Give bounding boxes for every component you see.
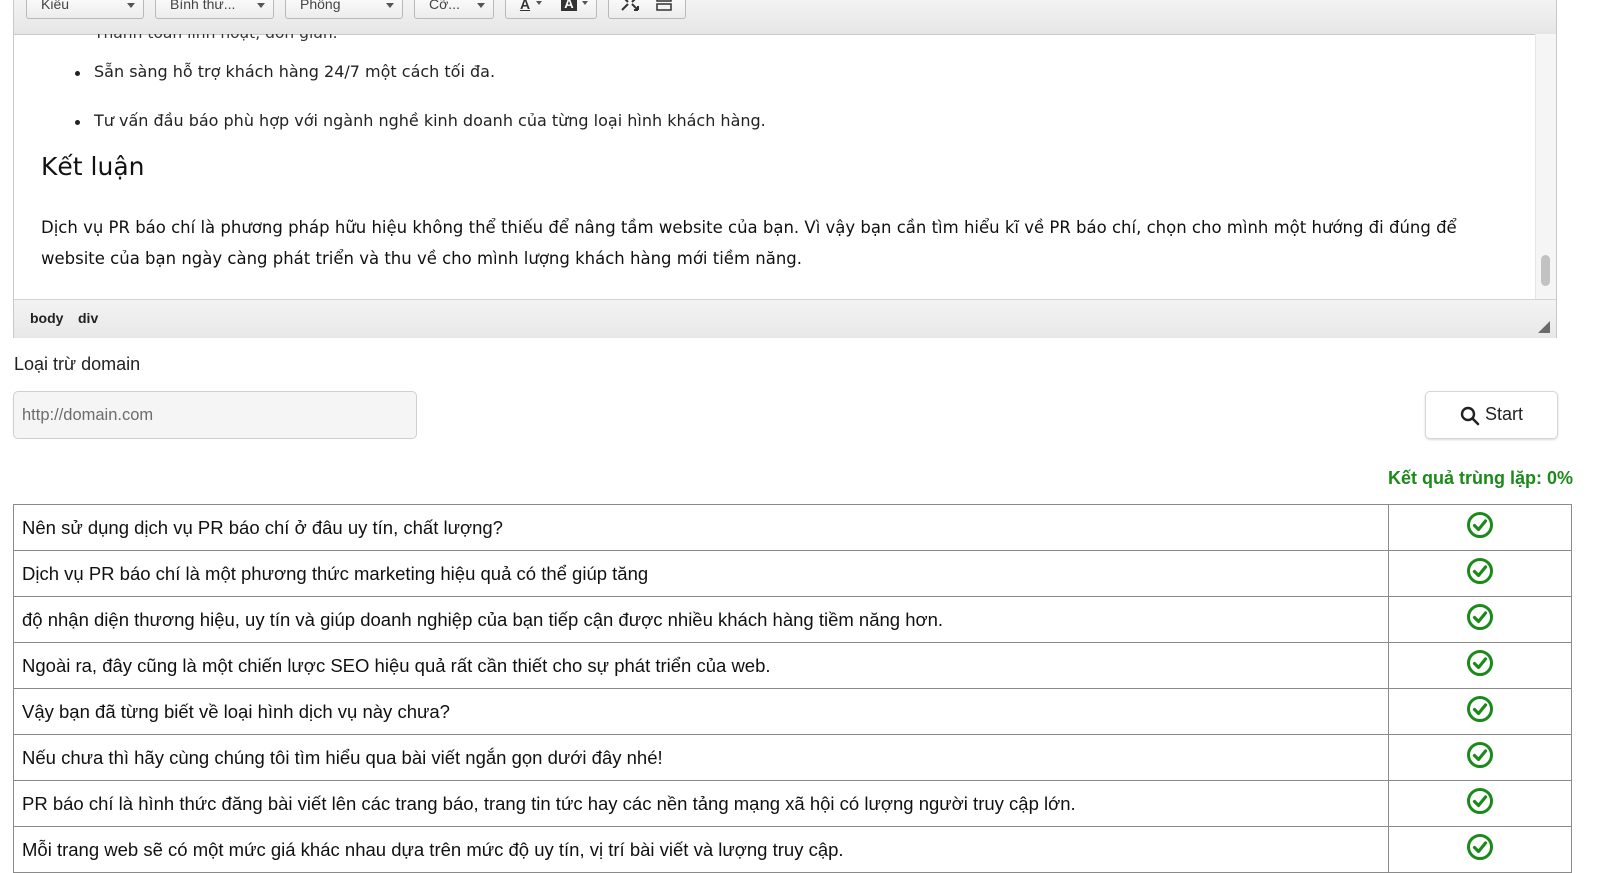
check-circle-icon — [1466, 833, 1494, 866]
chevron-down-icon — [257, 3, 265, 8]
status-cell — [1388, 826, 1572, 873]
maximize-icon[interactable] — [619, 0, 641, 14]
font-combo[interactable]: Phông — [285, 0, 403, 19]
chevron-down-icon — [477, 3, 485, 8]
table-row: độ nhận diện thương hiệu, uy tín và giúp… — [13, 596, 1572, 643]
table-row: Nên sử dụng dịch vụ PR báo chí ở đâu uy … — [13, 504, 1572, 551]
sentence-cell: Ngoài ra, đây cũng là một chiến lược SEO… — [13, 642, 1389, 689]
scrollbar-thumb[interactable] — [1541, 255, 1550, 286]
table-row: Nếu chưa thì hãy cùng chúng tôi tìm hiểu… — [13, 734, 1572, 781]
search-icon — [1460, 406, 1480, 431]
tools-button-group — [608, 0, 686, 19]
format-combo-label: Bình thư... — [170, 0, 236, 12]
check-circle-icon — [1466, 787, 1494, 820]
chevron-down-icon — [127, 3, 135, 8]
check-circle-icon — [1466, 695, 1494, 728]
check-circle-icon — [1466, 741, 1494, 774]
start-button[interactable]: Start — [1425, 391, 1558, 439]
editor-toolbar: Kiểu Bình thư... Phông Cỡ... A A — [14, 0, 1556, 35]
table-row: PR báo chí là hình thức đăng bài viết lê… — [13, 780, 1572, 827]
size-combo-label: Cỡ... — [429, 0, 460, 12]
check-circle-icon — [1466, 511, 1494, 544]
table-row: Ngoài ra, đây cũng là một chiến lược SEO… — [13, 642, 1572, 689]
format-combo[interactable]: Bình thư... — [155, 0, 274, 19]
element-path-body[interactable]: body — [30, 310, 63, 326]
chevron-down-icon — [582, 1, 588, 5]
bullet-list: Sẵn sàng hỗ trợ khách hàng 24/7 một cách… — [72, 62, 766, 160]
sentence-cell: PR báo chí là hình thức đăng bài viết lê… — [13, 780, 1389, 827]
rich-text-editor: Kiểu Bình thư... Phông Cỡ... A A Sẵn sàn… — [13, 0, 1557, 338]
chevron-down-icon — [536, 1, 542, 5]
chevron-down-icon — [386, 3, 394, 8]
style-combo[interactable]: Kiểu — [26, 0, 144, 19]
section-heading: Kết luận — [41, 152, 145, 181]
sentence-cell: Nên sử dụng dịch vụ PR báo chí ở đâu uy … — [13, 504, 1389, 551]
status-cell — [1388, 596, 1572, 643]
exclude-domain-label: Loại trừ domain — [14, 354, 141, 374]
text-color-icon[interactable]: A — [516, 0, 534, 14]
table-row: Vậy bạn đã từng biết về loại hình dịch v… — [13, 688, 1572, 735]
status-cell — [1388, 780, 1572, 827]
duplicate-result-summary: Kết quả trùng lặp: 0% — [1387, 468, 1573, 488]
check-circle-icon — [1466, 557, 1494, 590]
status-cell — [1388, 642, 1572, 689]
conclusion-paragraph: Dịch vụ PR báo chí là phương pháp hữu hi… — [41, 218, 1457, 268]
resize-handle-icon[interactable] — [1538, 321, 1550, 333]
table-row: Dịch vụ PR báo chí là một phương thức ma… — [13, 550, 1572, 597]
list-item: Sẵn sàng hỗ trợ khách hàng 24/7 một cách… — [72, 62, 766, 111]
check-circle-icon — [1466, 603, 1494, 636]
editor-statusbar: body div — [14, 299, 1556, 338]
status-cell — [1388, 550, 1572, 597]
start-button-label: Start — [1485, 404, 1524, 424]
sentence-cell: Dịch vụ PR báo chí là một phương thức ma… — [13, 550, 1389, 597]
status-cell — [1388, 504, 1572, 551]
cut-off-line: Thanh toán linh hoạt, đơn giản. — [94, 34, 338, 42]
editor-scrollbar[interactable] — [1535, 34, 1556, 299]
table-row: Mỗi trang web sẽ có một mức giá khác nha… — [13, 826, 1572, 873]
domain-input[interactable] — [13, 391, 417, 439]
element-path-div[interactable]: div — [78, 310, 98, 326]
results-table: Nên sử dụng dịch vụ PR báo chí ở đâu uy … — [13, 504, 1572, 873]
svg-text:A: A — [564, 0, 574, 11]
editor-content[interactable]: Thanh toán linh hoạt, đơn giản. Sẵn sàng… — [14, 34, 1536, 299]
background-color-icon[interactable]: A — [560, 0, 578, 14]
style-combo-label: Kiểu — [41, 0, 70, 12]
size-combo[interactable]: Cỡ... — [414, 0, 494, 19]
sentence-cell: Vậy bạn đã từng biết về loại hình dịch v… — [13, 688, 1389, 735]
sentence-cell: độ nhận diện thương hiệu, uy tín và giúp… — [13, 596, 1389, 643]
status-cell — [1388, 734, 1572, 781]
font-combo-label: Phông — [300, 0, 341, 12]
status-cell — [1388, 688, 1572, 735]
sentence-cell: Nếu chưa thì hãy cùng chúng tôi tìm hiểu… — [13, 734, 1389, 781]
list-item: Tư vấn đầu báo phù hợp với ngành nghề ki… — [72, 111, 766, 160]
check-circle-icon — [1466, 649, 1494, 682]
color-button-group: A A — [505, 0, 597, 19]
sentence-cell: Mỗi trang web sẽ có một mức giá khác nha… — [13, 826, 1389, 873]
show-blocks-icon[interactable] — [653, 0, 675, 14]
